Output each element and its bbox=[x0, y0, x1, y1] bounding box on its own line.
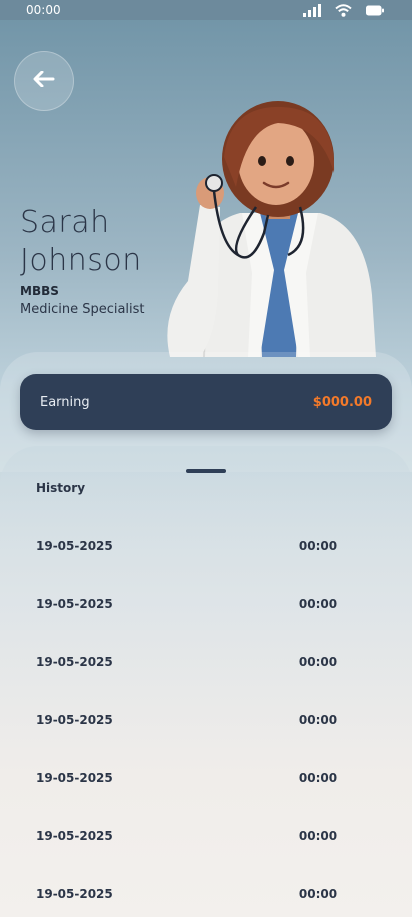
signal-icon bbox=[303, 3, 321, 17]
battery-icon bbox=[366, 5, 384, 16]
wifi-icon bbox=[335, 3, 352, 17]
back-button[interactable] bbox=[14, 51, 74, 111]
earning-label: Earning bbox=[40, 394, 90, 410]
earning-value: $000.00 bbox=[312, 394, 372, 410]
doctor-illustration bbox=[167, 101, 376, 357]
earning-card[interactable]: Earning $000.00 bbox=[20, 374, 392, 430]
doctor-degree: MBBS bbox=[20, 284, 59, 298]
drag-handle[interactable] bbox=[186, 469, 226, 473]
status-time: 00:00 bbox=[26, 3, 61, 17]
history-sheet bbox=[0, 446, 412, 917]
status-bar: 00:00 bbox=[0, 0, 412, 20]
arrow-left-icon bbox=[33, 70, 55, 91]
status-icons bbox=[303, 3, 384, 17]
history-title: History bbox=[36, 481, 86, 495]
doctor-specialty: Medicine Specialist bbox=[20, 302, 145, 317]
